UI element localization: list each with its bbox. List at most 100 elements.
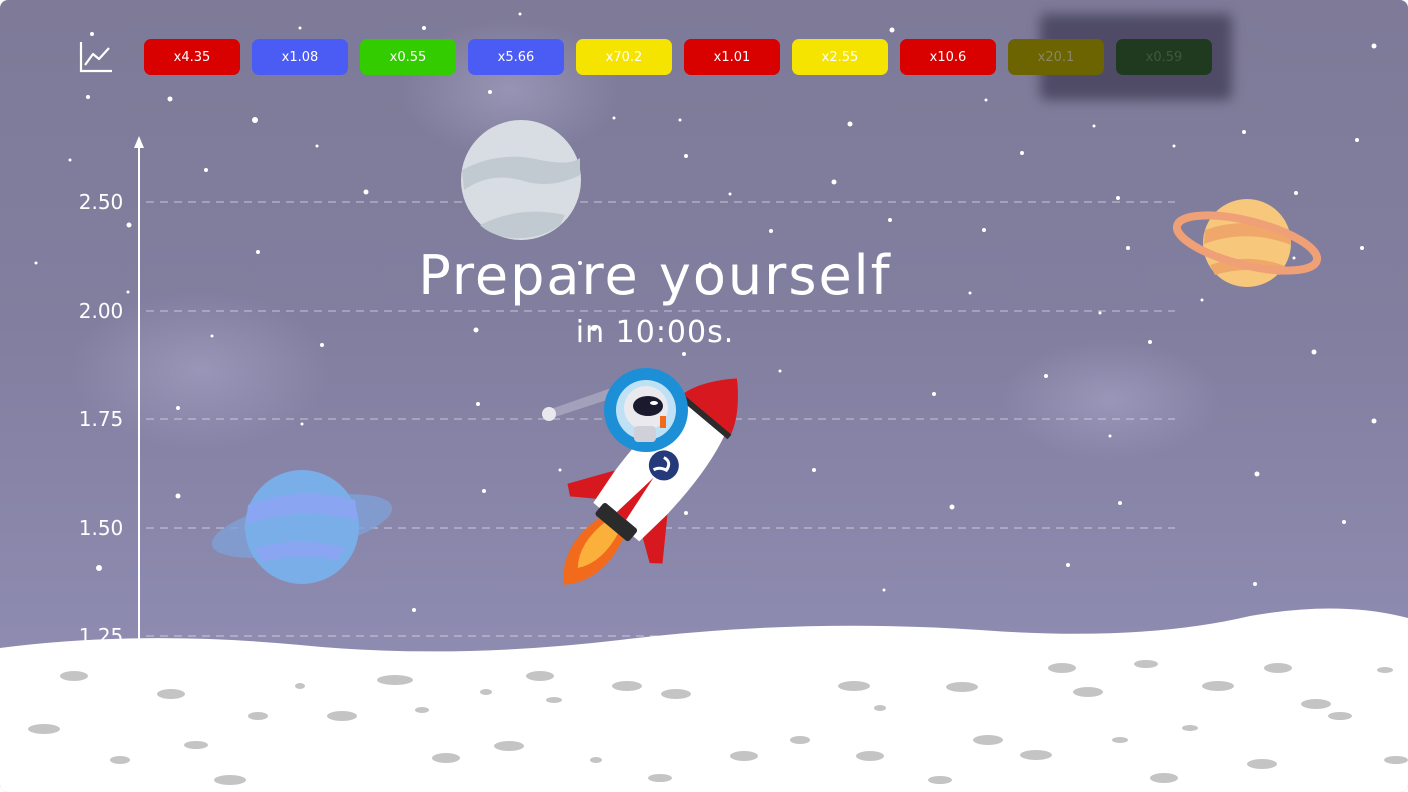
star [482, 489, 486, 493]
crater [790, 736, 810, 744]
crater [432, 753, 460, 763]
history-pill-3[interactable]: x0.55 [360, 39, 456, 75]
star [167, 96, 173, 102]
star [678, 118, 682, 122]
star [1116, 196, 1120, 200]
game-stage: x4.35 x1.08 x0.55 x5.66 x70.2 x1.01 x2.5… [0, 0, 1408, 792]
y-tick-label: 1.50 [78, 516, 124, 540]
star [1342, 520, 1346, 524]
star [889, 27, 895, 33]
crater [480, 689, 492, 695]
crater [295, 683, 305, 689]
crater [1377, 667, 1393, 673]
crater [1048, 663, 1076, 673]
star [298, 26, 302, 30]
crater [526, 671, 554, 681]
crater [248, 712, 268, 720]
crater [60, 671, 88, 681]
game-status-title: Prepare yourself [418, 244, 892, 307]
star [831, 179, 837, 185]
star [882, 588, 886, 592]
star [682, 352, 686, 356]
history-pill-10[interactable]: x0.59 [1116, 39, 1212, 75]
y-tick-label: 2.50 [78, 190, 124, 214]
star [1294, 191, 1298, 195]
star [949, 504, 955, 510]
star [612, 116, 616, 120]
star [126, 222, 132, 228]
crater [1301, 699, 1331, 709]
crater [214, 775, 246, 785]
crater [1264, 663, 1292, 673]
star [252, 117, 258, 123]
crater [327, 711, 357, 721]
star [422, 26, 426, 30]
blue-planet [211, 470, 393, 584]
star [558, 468, 562, 472]
star [1108, 434, 1112, 438]
chart-line-icon[interactable] [78, 40, 114, 74]
crater [1020, 750, 1052, 760]
history-pill-4[interactable]: x5.66 [468, 39, 564, 75]
crater [590, 757, 602, 763]
star [412, 608, 416, 612]
star [1242, 130, 1246, 134]
crater [546, 697, 562, 703]
star [175, 493, 181, 499]
star [769, 229, 773, 233]
history-pill-6[interactable]: x1.01 [684, 39, 780, 75]
star [1371, 418, 1377, 424]
crater [648, 774, 672, 782]
star [1371, 43, 1377, 49]
star [728, 192, 732, 196]
crater [856, 751, 884, 761]
crater [1328, 712, 1352, 720]
star [812, 468, 816, 472]
star [888, 218, 892, 222]
star [1311, 349, 1317, 355]
history-pill-2[interactable]: x1.08 [252, 39, 348, 75]
star [932, 392, 936, 396]
star [68, 158, 72, 162]
crater [973, 735, 1003, 745]
star [90, 32, 94, 36]
star [1172, 144, 1176, 148]
star [176, 406, 180, 410]
countdown-value: 10:00s. [615, 315, 735, 350]
star [1020, 151, 1024, 155]
countdown-prefix: in [575, 315, 606, 350]
crater [946, 682, 978, 692]
grey-moon [461, 120, 581, 240]
star [1118, 501, 1122, 505]
crater [494, 741, 524, 751]
star [684, 511, 688, 515]
history-pill-9[interactable]: x20.1 [1008, 39, 1104, 75]
history-pill-5[interactable]: x70.2 [576, 39, 672, 75]
star [1254, 471, 1260, 477]
crater [928, 776, 952, 784]
star [300, 422, 304, 426]
y-tick-label: 1.25 [78, 624, 124, 646]
star [518, 12, 522, 16]
multiplier-history: x4.35 x1.08 x0.55 x5.66 x70.2 x1.01 x2.5… [0, 38, 1230, 76]
crater [612, 681, 642, 691]
star [847, 121, 853, 127]
history-pill-7[interactable]: x2.55 [792, 39, 888, 75]
history-pill-8[interactable]: x10.6 [900, 39, 996, 75]
star [96, 565, 102, 571]
crater [661, 689, 691, 699]
star [86, 95, 90, 99]
crater [1112, 737, 1128, 743]
crater [1150, 773, 1178, 783]
history-pill-1[interactable]: x4.35 [144, 39, 240, 75]
star [315, 144, 319, 148]
star [1044, 374, 1048, 378]
y-tick-label: 1.75 [78, 407, 124, 431]
star [204, 168, 208, 172]
crater [1073, 687, 1103, 697]
moon-ground [0, 608, 1408, 792]
star [778, 369, 782, 373]
space-scene [0, 12, 1408, 792]
crater [377, 675, 413, 685]
star [488, 90, 492, 94]
